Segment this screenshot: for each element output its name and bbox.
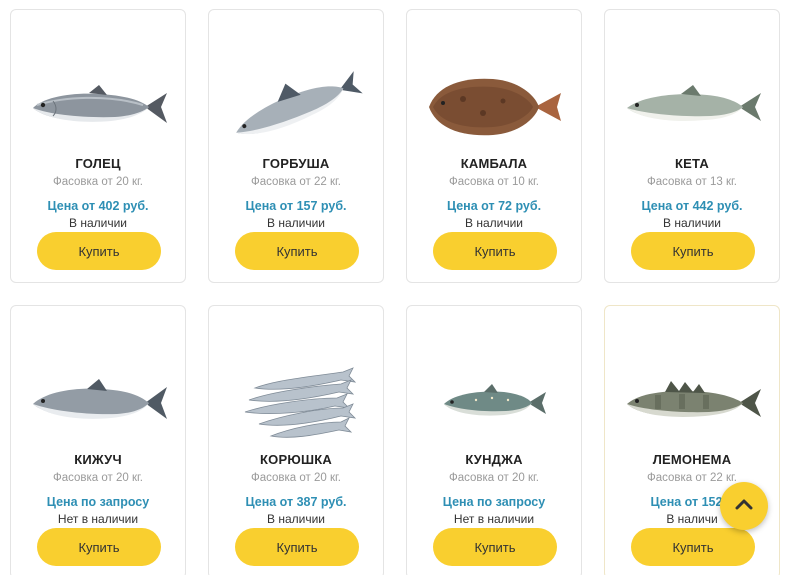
product-price: Цена по запросу <box>442 495 546 509</box>
pink-salmon-fish-icon <box>225 62 369 152</box>
product-name: КОРЮШКА <box>260 452 332 467</box>
product-name: ГОРБУША <box>262 156 330 171</box>
lemonema-fish-icon <box>621 358 765 448</box>
product-card-kundzha: КУНДЖА Фасовка от 20 кг. Цена по запросу… <box>406 305 582 575</box>
product-packaging: Фасовка от 13 кг. <box>646 176 737 188</box>
product-packaging: Фасовка от 20 кг. <box>250 472 341 484</box>
product-name: ЛЕМОНЕМА <box>652 452 732 467</box>
product-price: Цена от 157 руб. <box>245 199 347 213</box>
buy-button[interactable]: Купить <box>631 232 755 270</box>
product-packaging: Фасовка от 22 кг. <box>250 176 341 188</box>
product-stock-status: В наличии <box>464 216 523 230</box>
product-card-golets: ГОЛЕЦ Фасовка от 20 кг. Цена от 402 руб.… <box>10 9 186 283</box>
product-price: Цена от 387 руб. <box>245 495 347 509</box>
product-price: Цена по запросу <box>46 495 150 509</box>
product-packaging: Фасовка от 20 кг. <box>52 176 143 188</box>
chum-salmon-fish-icon <box>621 62 765 152</box>
product-packaging: Фасовка от 20 кг. <box>52 472 143 484</box>
flounder-fish-icon <box>423 62 567 152</box>
product-packaging: Фасовка от 20 кг. <box>448 472 539 484</box>
product-name: КУНДЖА <box>465 452 523 467</box>
product-name: КАМБАЛА <box>460 156 528 171</box>
product-stock-status: Нет в наличии <box>57 512 139 526</box>
coho-salmon-fish-icon <box>27 358 171 448</box>
buy-button[interactable]: Купить <box>631 528 755 566</box>
product-stock-status: В наличии <box>662 216 721 230</box>
product-card-lemonema: ЛЕМОНЕМА Фасовка от 22 кг. Цена от 152 р… <box>604 305 780 575</box>
product-packaging: Фасовка от 10 кг. <box>448 176 539 188</box>
scroll-to-top-button[interactable] <box>720 482 768 530</box>
chevron-up-icon <box>735 497 753 515</box>
product-card-kizhuch: КИЖУЧ Фасовка от 20 кг. Цена по запросу … <box>10 305 186 575</box>
product-card-koryushka: КОРЮШКА Фасовка от 20 кг. Цена от 387 ру… <box>208 305 384 575</box>
product-stock-status: Нет в наличии <box>453 512 535 526</box>
product-price: Цена от 402 руб. <box>47 199 149 213</box>
char-fish-icon <box>27 62 171 152</box>
kundzha-fish-icon <box>423 358 567 448</box>
product-name: КЕТА <box>675 156 709 171</box>
product-name: КИЖУЧ <box>74 452 122 467</box>
buy-button[interactable]: Купить <box>433 528 557 566</box>
product-stock-status: В наличии <box>266 216 325 230</box>
product-packaging: Фасовка от 22 кг. <box>646 472 737 484</box>
buy-button[interactable]: Купить <box>235 232 359 270</box>
product-card-kambala: КАМБАЛА Фасовка от 10 кг. Цена от 72 руб… <box>406 9 582 283</box>
smelt-fish-icon <box>225 358 369 448</box>
buy-button[interactable]: Купить <box>235 528 359 566</box>
product-card-keta: КЕТА Фасовка от 13 кг. Цена от 442 руб. … <box>604 9 780 283</box>
product-stock-status: В наличии <box>266 512 325 526</box>
product-card-gorbusha: ГОРБУША Фасовка от 22 кг. Цена от 157 ру… <box>208 9 384 283</box>
product-grid: ГОЛЕЦ Фасовка от 20 кг. Цена от 402 руб.… <box>0 0 800 575</box>
product-name: ГОЛЕЦ <box>75 156 121 171</box>
product-stock-status: В наличии <box>68 216 127 230</box>
product-price: Цена от 442 руб. <box>641 199 743 213</box>
buy-button[interactable]: Купить <box>37 232 161 270</box>
buy-button[interactable]: Купить <box>37 528 161 566</box>
buy-button[interactable]: Купить <box>433 232 557 270</box>
product-price: Цена от 72 руб. <box>446 199 542 213</box>
